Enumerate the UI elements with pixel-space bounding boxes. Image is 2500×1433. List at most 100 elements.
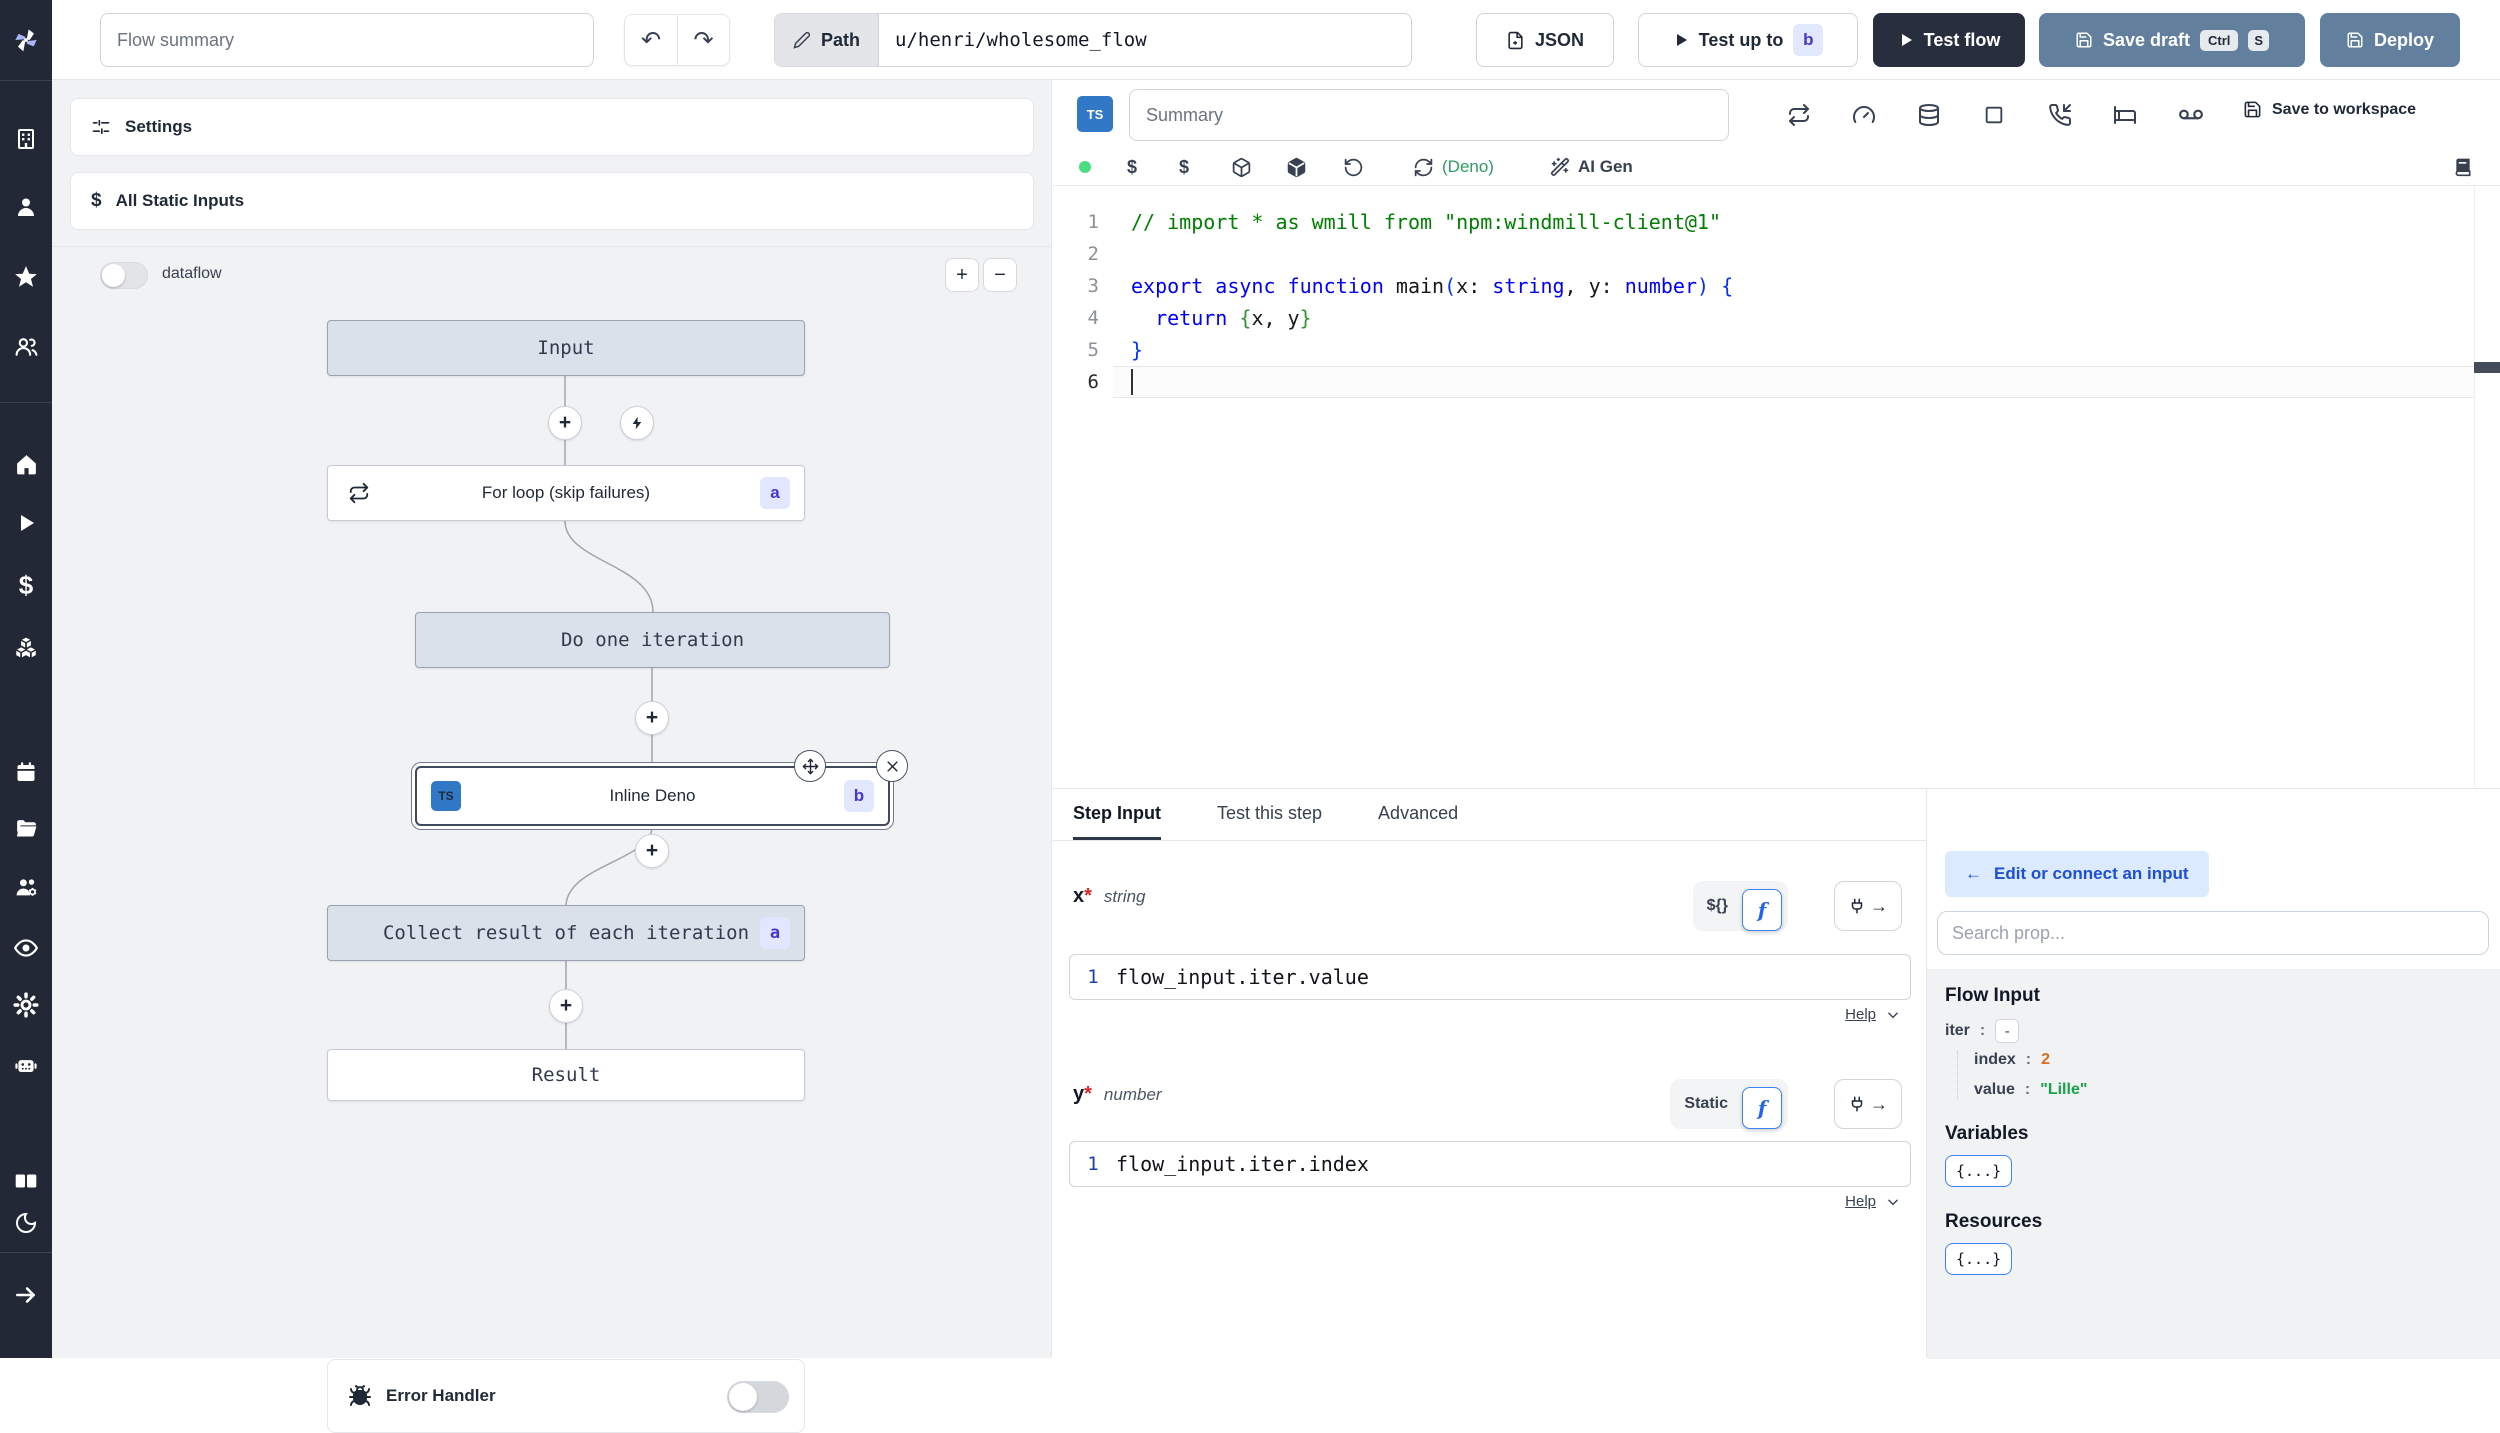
docs-books-icon[interactable]: [13, 1168, 39, 1194]
step-badge: b: [1793, 24, 1824, 56]
user-icon[interactable]: [13, 194, 39, 220]
resources-object-button[interactable]: {...}: [1945, 1243, 2013, 1275]
tab-test-this-step[interactable]: Test this step: [1217, 789, 1322, 840]
flow-graph-canvas[interactable]: Input + For loop (skip failures) a Do on…: [52, 300, 1052, 1433]
add-step-button[interactable]: +: [635, 834, 669, 868]
sleep-bed-icon[interactable]: [2112, 102, 2138, 128]
zoom-out-button[interactable]: −: [983, 258, 1017, 292]
suspend-phone-icon[interactable]: [2047, 102, 2073, 128]
editor-scrollbar[interactable]: [2474, 186, 2500, 788]
trigger-bolt-button[interactable]: [620, 406, 654, 440]
groups-settings-icon[interactable]: [13, 874, 39, 900]
home-icon[interactable]: [13, 451, 39, 477]
users-icon[interactable]: [13, 333, 39, 359]
field-y-expression-editor[interactable]: 1 flow_input.iter.index: [1069, 1141, 1911, 1187]
test-up-to-label: Test up to: [1698, 29, 1784, 50]
plug-icon: [1851, 1096, 1863, 1112]
reload-deno-button[interactable]: (Deno): [1413, 152, 1494, 182]
vars-dollar-icon[interactable]: $: [1179, 152, 1189, 182]
flow-node-forloop[interactable]: For loop (skip failures) a: [327, 465, 805, 521]
field-x-help[interactable]: Help: [1845, 1006, 1900, 1023]
flow-node-inline-deno[interactable]: TS Inline Deno b: [415, 750, 908, 826]
dataflow-toggle[interactable]: [100, 262, 148, 289]
mock-voicemail-icon[interactable]: [2178, 102, 2204, 128]
static-mode-option[interactable]: Static: [1676, 1095, 1736, 1113]
flow-summary-input[interactable]: [100, 13, 594, 67]
assets-dollar-icon[interactable]: $: [1127, 152, 1137, 182]
add-step-button[interactable]: +: [635, 701, 669, 735]
early-stop-square-icon[interactable]: [1981, 102, 2007, 128]
test-flow-button[interactable]: Test flow: [1873, 13, 2025, 67]
step-summary-input[interactable]: [1129, 89, 1729, 141]
path-group: Path: [774, 13, 1413, 67]
save-to-workspace-button[interactable]: Save to workspace: [2243, 100, 2416, 119]
undo-button[interactable]: ↶: [624, 14, 677, 66]
flow-node-iteration[interactable]: Do one iteration: [415, 612, 890, 668]
tree-row-index[interactable]: index : 2: [1974, 1051, 2482, 1069]
code-editor[interactable]: 123456 // import * as wmill from "npm:wi…: [1053, 186, 2500, 788]
delete-node-button[interactable]: [876, 750, 908, 782]
windmill-logo-icon[interactable]: [9, 23, 43, 57]
add-step-button[interactable]: +: [549, 989, 583, 1023]
variables-dollar-icon[interactable]: $: [13, 570, 39, 600]
field-x-connect-button[interactable]: →: [1834, 881, 1902, 931]
flow-node-result[interactable]: Result: [327, 1049, 805, 1101]
folders-icon[interactable]: [13, 815, 39, 841]
collapse-button[interactable]: -: [1995, 1019, 2020, 1043]
all-static-inputs-button[interactable]: $ All Static Inputs: [70, 172, 1034, 230]
move-node-handle[interactable]: [794, 750, 826, 782]
field-y-help[interactable]: Help: [1845, 1193, 1900, 1210]
test-up-to-button[interactable]: Test up to b: [1638, 13, 1858, 67]
result-node-label: Result: [531, 1064, 601, 1086]
undo-redo-group: ↶ ↷: [624, 14, 730, 66]
error-handler-toggle[interactable]: [727, 1381, 789, 1413]
expand-sidebar-arrow-icon[interactable]: [13, 1282, 39, 1308]
workspace-building-icon[interactable]: [13, 126, 39, 152]
flow-node-collect[interactable]: Collect result of each iteration a: [327, 905, 805, 961]
retries-repeat-icon[interactable]: [1786, 102, 1812, 128]
package-box-filled-icon[interactable]: [1286, 152, 1307, 182]
javascript-mode-option[interactable]: f: [1742, 1087, 1782, 1129]
javascript-mode-option[interactable]: f: [1742, 889, 1782, 931]
json-button[interactable]: JSON: [1476, 13, 1614, 67]
input-node-label: Input: [537, 337, 595, 359]
tree-row-value[interactable]: value : "Lille": [1974, 1081, 2482, 1099]
prop-search-input[interactable]: [1937, 911, 2489, 955]
package-box-icon[interactable]: [1231, 152, 1252, 182]
save-draft-button[interactable]: Save draft Ctrl S: [2039, 13, 2305, 67]
concurrency-gauge-icon[interactable]: [1851, 102, 1877, 128]
path-input[interactable]: [878, 13, 1413, 67]
path-edit-button[interactable]: Path: [774, 13, 879, 67]
docs-book-icon[interactable]: [2453, 152, 2473, 182]
code-content[interactable]: // import * as wmill from "npm:windmill-…: [1131, 206, 2470, 398]
tree-row-iter[interactable]: iter : -: [1945, 1019, 2482, 1043]
dark-mode-moon-icon[interactable]: [13, 1210, 39, 1236]
tab-advanced[interactable]: Advanced: [1378, 789, 1458, 840]
edit-or-connect-button[interactable]: ← Edit or connect an input: [1945, 851, 2209, 897]
runs-play-icon[interactable]: [13, 510, 39, 536]
pencil-icon: [793, 31, 811, 49]
redo-button[interactable]: ↷: [677, 14, 730, 66]
star-favorites-icon[interactable]: [13, 264, 39, 290]
add-step-button[interactable]: +: [548, 406, 582, 440]
field-x-expression-editor[interactable]: 1 flow_input.iter.value: [1069, 954, 1911, 1000]
template-mode-option[interactable]: ${}: [1699, 897, 1736, 915]
sidebar-divider: [0, 402, 52, 403]
audit-eye-icon[interactable]: [13, 935, 39, 961]
schedules-calendar-icon[interactable]: [13, 759, 39, 785]
reset-rotate-ccw-icon[interactable]: [1343, 152, 1364, 182]
flow-node-input[interactable]: Input: [327, 320, 805, 376]
tab-step-input[interactable]: Step Input: [1073, 789, 1161, 840]
cache-database-icon[interactable]: [1916, 102, 1942, 128]
deploy-button[interactable]: Deploy: [2320, 13, 2460, 67]
variables-object-button[interactable]: {...}: [1945, 1155, 2013, 1187]
robot-workers-icon[interactable]: [13, 1052, 39, 1078]
flow-settings-button[interactable]: Settings: [70, 98, 1034, 156]
error-handler-card[interactable]: Error Handler: [327, 1359, 805, 1433]
resources-boxes-icon[interactable]: [13, 636, 39, 662]
zoom-in-button[interactable]: +: [945, 258, 979, 292]
ai-gen-button[interactable]: AI Gen: [1550, 152, 1633, 182]
chevron-down-icon: [1888, 1012, 1898, 1018]
settings-gear-icon[interactable]: [13, 992, 39, 1018]
field-y-connect-button[interactable]: →: [1834, 1079, 1902, 1129]
